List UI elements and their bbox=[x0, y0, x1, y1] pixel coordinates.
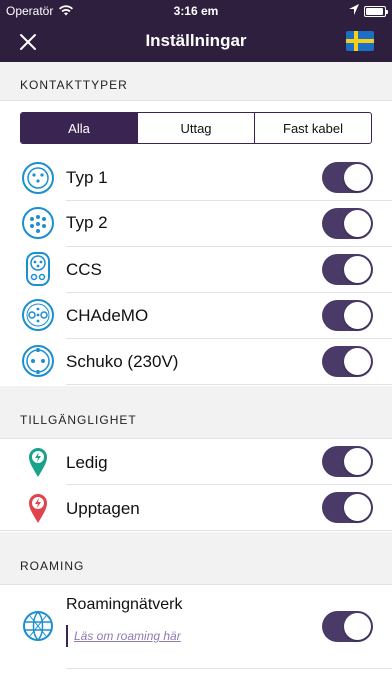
divider bbox=[66, 668, 392, 669]
connector-filter-segmented: Alla Uttag Fast kabel bbox=[20, 112, 372, 144]
globe-icon bbox=[20, 608, 56, 644]
status-bar: Operatör 3:16 em bbox=[0, 0, 392, 22]
divider bbox=[0, 438, 392, 439]
connector-label-typ1: Typ 1 bbox=[66, 168, 108, 187]
location-arrow-icon bbox=[348, 3, 360, 20]
divider bbox=[66, 484, 392, 485]
segment-all[interactable]: Alla bbox=[21, 113, 138, 143]
divider bbox=[66, 246, 392, 247]
availability-label-upptagen: Upptagen bbox=[66, 499, 140, 518]
section-header-availability: TILLGÄNGLIGHET bbox=[20, 413, 137, 427]
divider bbox=[0, 584, 392, 585]
toggle-ledig[interactable] bbox=[322, 446, 373, 477]
divider bbox=[66, 384, 392, 385]
availability-label-ledig: Ledig bbox=[66, 453, 108, 472]
toggle-chademo[interactable] bbox=[322, 300, 373, 331]
ccs-connector-icon bbox=[20, 251, 56, 287]
divider bbox=[0, 530, 392, 531]
toggle-typ2[interactable] bbox=[322, 208, 373, 239]
divider bbox=[66, 200, 392, 201]
clock: 3:16 em bbox=[173, 4, 219, 18]
segment-fixed-cable[interactable]: Fast kabel bbox=[255, 113, 371, 143]
divider bbox=[66, 292, 392, 293]
connector-label-chademo: CHAdeMO bbox=[66, 306, 149, 325]
toggle-upptagen[interactable] bbox=[322, 492, 373, 523]
available-pin-icon bbox=[20, 443, 56, 479]
chademo-connector-icon bbox=[20, 297, 56, 333]
divider bbox=[66, 338, 392, 339]
toggle-typ1[interactable] bbox=[322, 162, 373, 193]
connector-label-ccs: CCS bbox=[66, 260, 102, 279]
schuko-connector-icon bbox=[20, 343, 56, 379]
toggle-ccs[interactable] bbox=[322, 254, 373, 285]
type2-connector-icon bbox=[20, 205, 56, 241]
toggle-schuko[interactable] bbox=[322, 346, 373, 377]
connector-label-typ2: Typ 2 bbox=[66, 213, 108, 232]
battery-icon bbox=[364, 6, 388, 17]
occupied-pin-icon bbox=[20, 489, 56, 525]
segment-socket[interactable]: Uttag bbox=[138, 113, 255, 143]
section-header-connectors: KONTAKTTYPER bbox=[20, 78, 128, 92]
toggle-roaming[interactable] bbox=[322, 611, 373, 642]
page-title: Inställningar bbox=[145, 31, 247, 50]
roaming-network-label: Roamingnätverk bbox=[66, 596, 183, 613]
type1-connector-icon bbox=[20, 160, 56, 196]
section-header-roaming: ROAMING bbox=[20, 559, 85, 573]
nav-bar: Inställningar bbox=[0, 22, 392, 62]
roaming-info-link[interactable]: Läs om roaming här bbox=[66, 625, 181, 647]
swedish-flag-icon[interactable] bbox=[346, 31, 374, 51]
divider bbox=[0, 100, 392, 101]
connector-label-schuko: Schuko (230V) bbox=[66, 352, 179, 371]
